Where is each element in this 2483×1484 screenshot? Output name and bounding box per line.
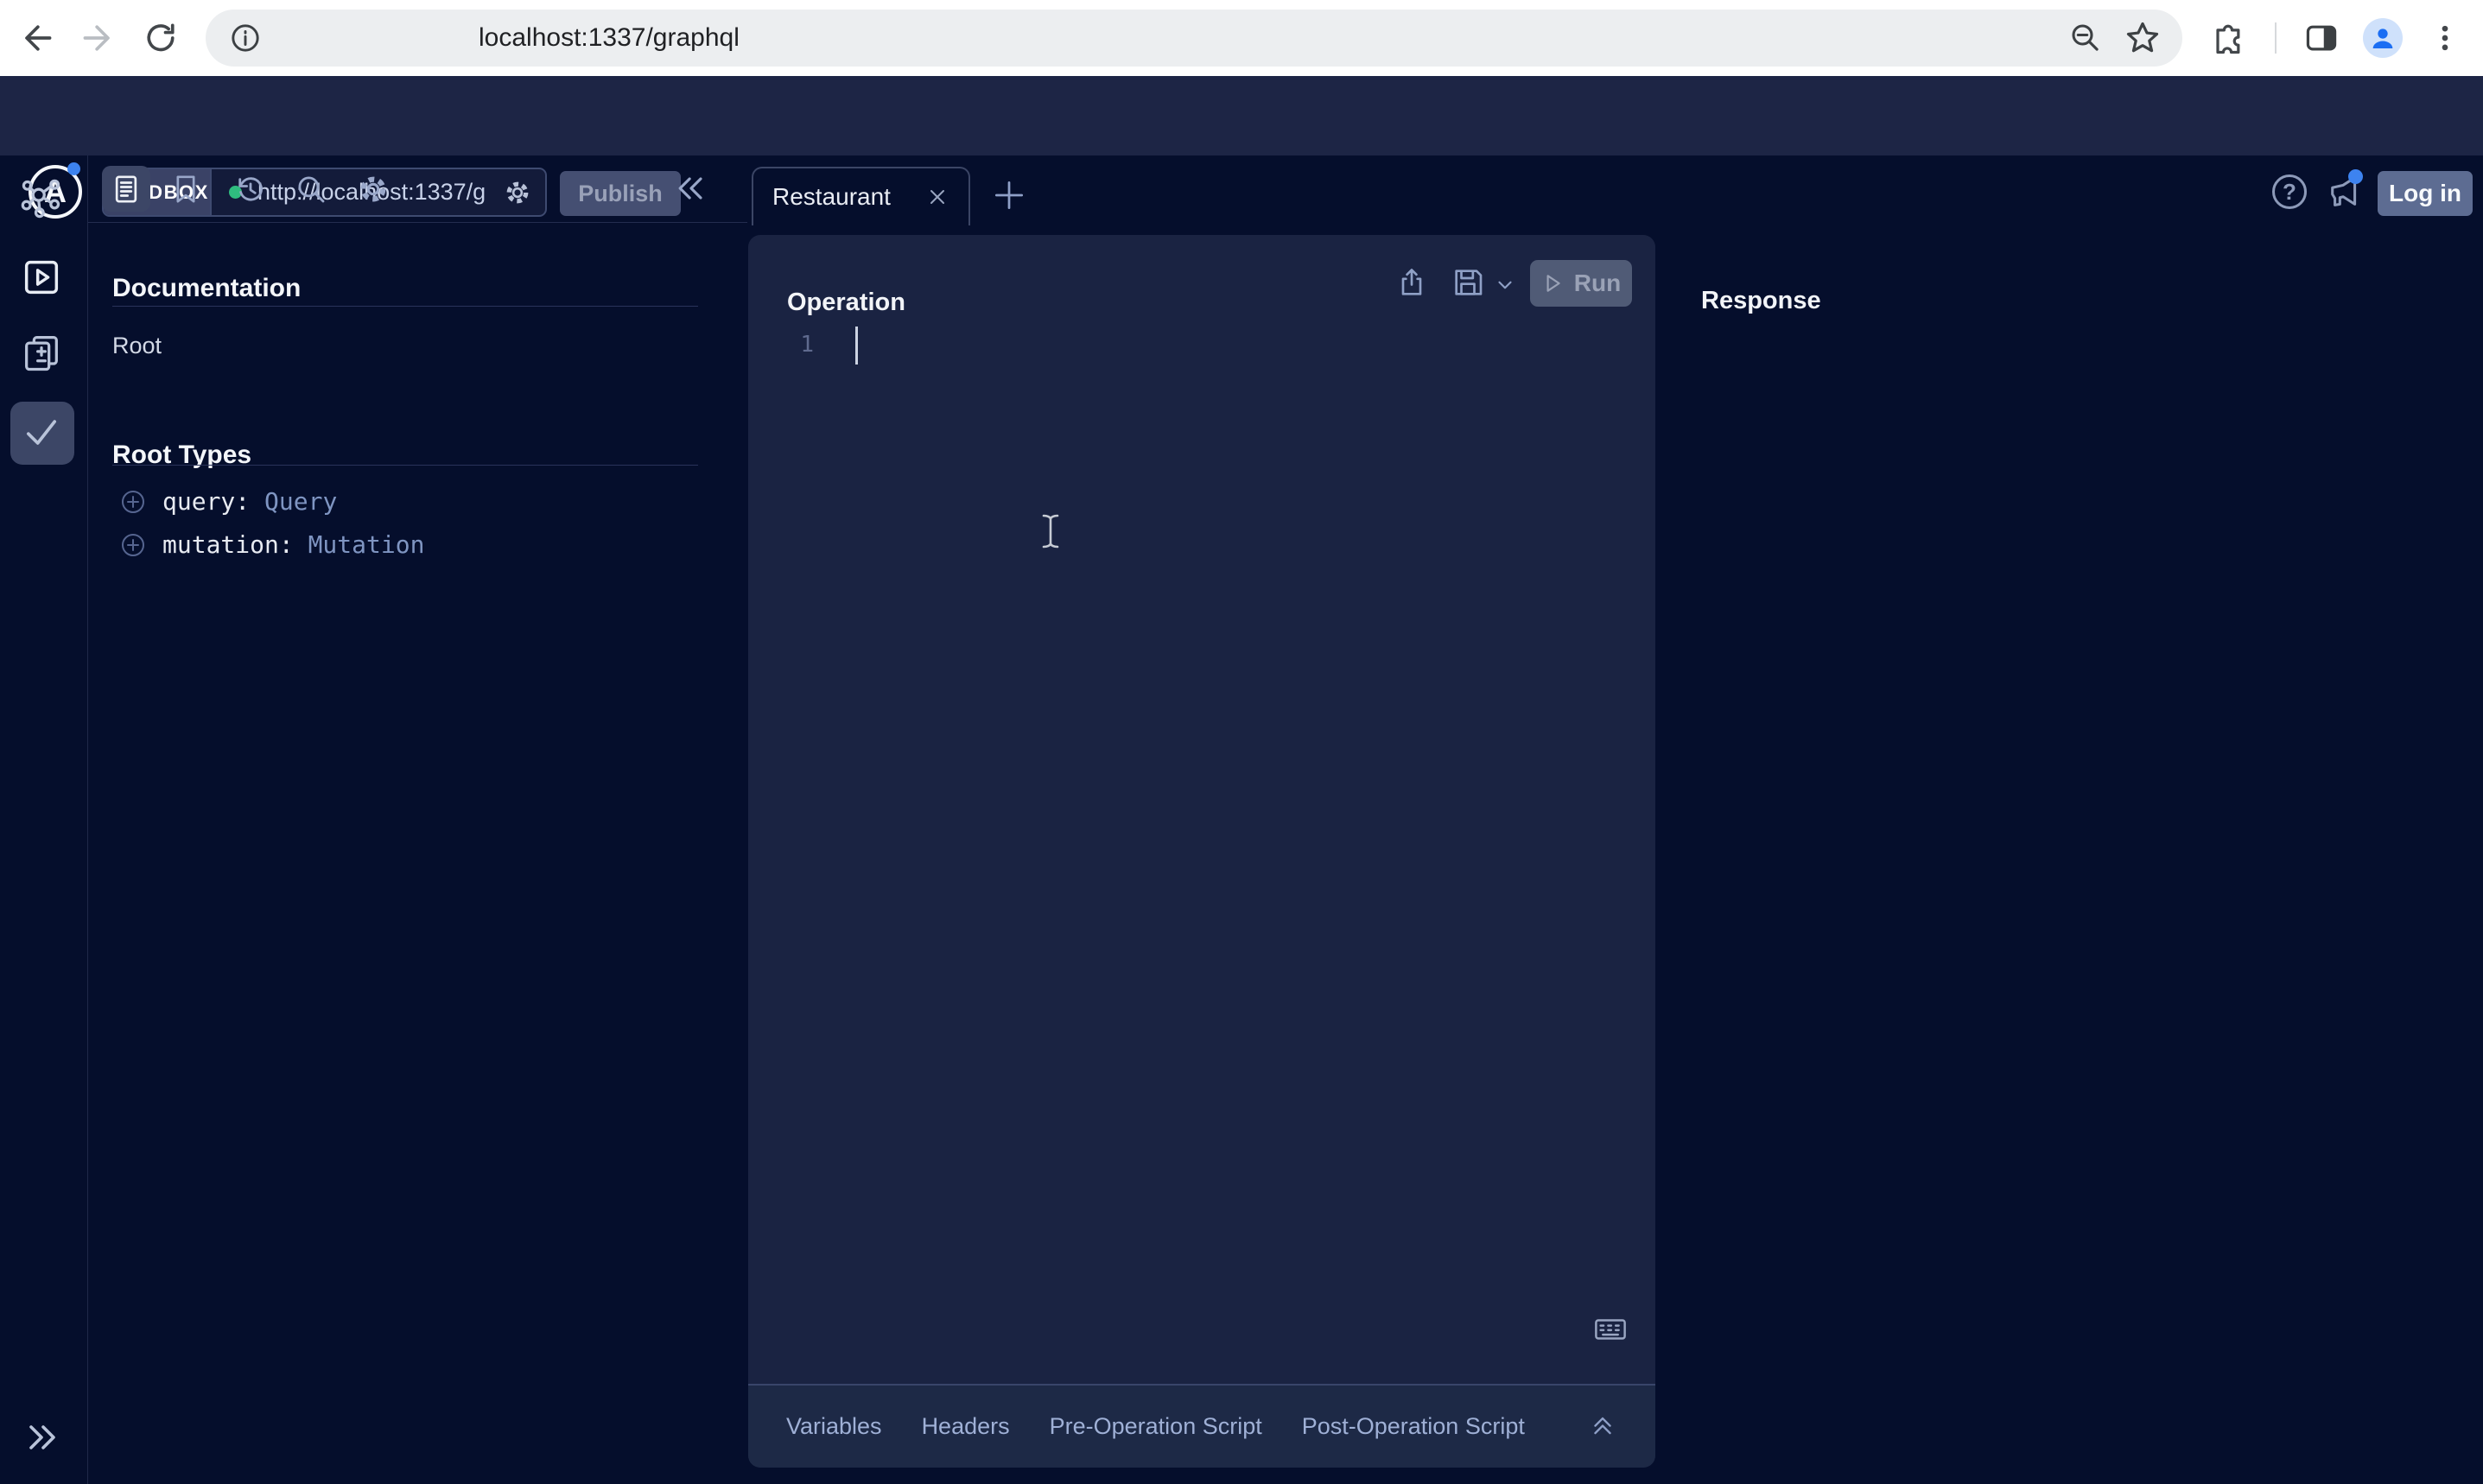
- dock-pre-operation-script[interactable]: Pre-Operation Script: [1050, 1413, 1262, 1440]
- documentation-tab-icon[interactable]: [109, 172, 143, 206]
- type-link[interactable]: Mutation: [308, 530, 425, 559]
- share-operation-icon[interactable]: [1394, 265, 1429, 300]
- operation-panel: Operation Run 1 Variables Headers Pre-Op…: [748, 235, 1655, 1468]
- dock-expand-icon[interactable]: [1588, 1412, 1617, 1442]
- forward-icon[interactable]: [79, 19, 117, 57]
- new-tab-icon[interactable]: [990, 176, 1028, 214]
- zoom-out-icon[interactable]: [2067, 20, 2104, 56]
- address-url[interactable]: localhost:1337/graphql: [479, 10, 740, 67]
- expand-rail-icon[interactable]: [21, 1417, 62, 1458]
- doc-toolbar-divider: [88, 222, 747, 223]
- type-field-label: query:: [162, 487, 250, 516]
- response-title: Response: [1701, 287, 1821, 315]
- run-button[interactable]: Run: [1530, 260, 1632, 307]
- add-field-icon[interactable]: [119, 531, 147, 559]
- type-field-label: mutation:: [162, 530, 294, 559]
- text-cursor-pointer: [1040, 513, 1061, 549]
- explorer-icon[interactable]: [19, 255, 64, 300]
- saved-operations-bookmark-icon[interactable]: [168, 172, 203, 206]
- login-button[interactable]: Log in: [2378, 171, 2473, 216]
- back-icon[interactable]: [17, 19, 55, 57]
- doc-divider: [112, 306, 698, 307]
- dock-variables[interactable]: Variables: [786, 1413, 882, 1440]
- run-label: Run: [1574, 270, 1621, 297]
- toolbar-divider: [2275, 22, 2277, 54]
- apollo-sandbox-screen: localhost:1337/graphql A SANDBOX: [0, 0, 2483, 1484]
- operation-dock: Variables Headers Pre-Operation Script P…: [748, 1384, 1655, 1468]
- changelog-diff-icon[interactable]: [19, 330, 64, 375]
- help-icon[interactable]: ?: [2272, 174, 2307, 209]
- root-type-row-query: query: Query: [119, 487, 337, 516]
- tab-label: Restaurant: [772, 183, 908, 211]
- dock-headers[interactable]: Headers: [922, 1413, 1010, 1440]
- side-panel-icon[interactable]: [2302, 19, 2340, 57]
- save-operation-icon[interactable]: [1451, 265, 1485, 300]
- profile-avatar[interactable]: [2363, 18, 2403, 58]
- editor-line-number: 1: [791, 332, 814, 358]
- reload-icon[interactable]: [142, 19, 180, 57]
- explorer-settings-gear-icon[interactable]: [355, 171, 391, 207]
- extensions-icon[interactable]: [2208, 19, 2246, 57]
- editor-caret: [855, 327, 858, 365]
- documentation-panel: Documentation Root Root Types query: Que…: [88, 155, 747, 1484]
- schema-graph-icon[interactable]: [19, 176, 64, 221]
- apollo-topbar: A SANDBOX http://localhost:1337/gra… Pub…: [0, 76, 2483, 155]
- site-info-icon[interactable]: [228, 21, 263, 55]
- search-icon[interactable]: [293, 171, 329, 207]
- root-type-row-mutation: mutation: Mutation: [119, 530, 424, 559]
- save-menu-chevron-icon[interactable]: [1494, 274, 1516, 296]
- address-bar[interactable]: localhost:1337/graphql: [206, 10, 2182, 67]
- left-rail: [0, 155, 88, 1484]
- checks-icon[interactable]: [19, 409, 64, 454]
- collapse-panel-icon[interactable]: [672, 169, 710, 207]
- type-link[interactable]: Query: [264, 487, 337, 516]
- schema-notification-dot: [67, 162, 80, 175]
- root-link[interactable]: Root: [112, 333, 162, 359]
- keyboard-shortcuts-icon[interactable]: [1592, 1311, 1629, 1348]
- root-types-divider: [112, 465, 698, 466]
- operation-title: Operation: [787, 289, 905, 317]
- announcements-notification-dot: [2348, 169, 2363, 184]
- add-field-icon[interactable]: [119, 488, 147, 516]
- tab-close-icon[interactable]: [925, 185, 949, 209]
- tab-restaurant[interactable]: Restaurant: [752, 167, 970, 225]
- documentation-title: Documentation: [112, 274, 301, 303]
- bookmark-star-icon[interactable]: [2124, 19, 2162, 57]
- history-icon[interactable]: [232, 171, 269, 207]
- dock-post-operation-script[interactable]: Post-Operation Script: [1302, 1413, 1525, 1440]
- browser-menu-icon[interactable]: [2428, 21, 2462, 55]
- browser-toolbar: localhost:1337/graphql: [0, 0, 2483, 76]
